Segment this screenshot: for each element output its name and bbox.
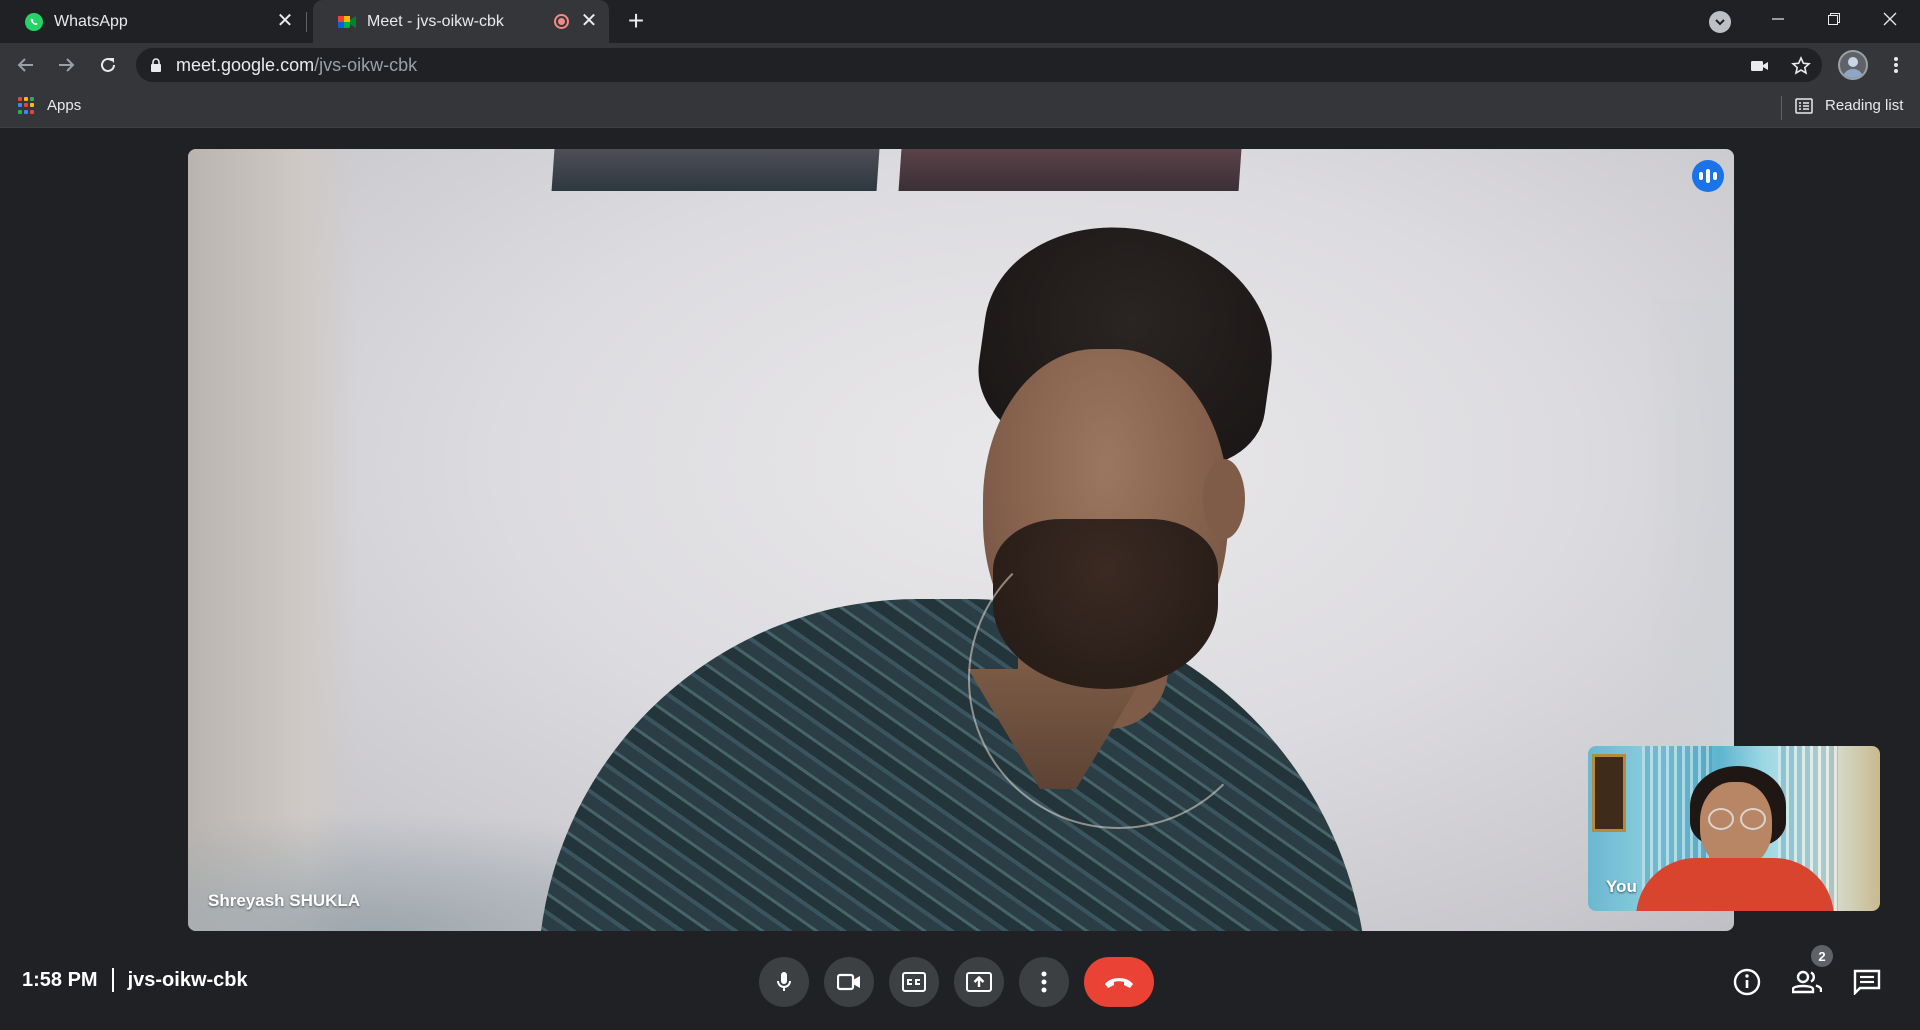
participant-count-badge: 2	[1811, 945, 1833, 967]
tab-divider	[306, 12, 307, 32]
forward-arrow-icon[interactable]	[50, 49, 82, 81]
info-icon	[1733, 968, 1761, 996]
whatsapp-icon	[24, 12, 44, 32]
video-shelf	[551, 149, 880, 191]
meeting-code: jvs-oikw-cbk	[127, 968, 248, 991]
more-options-button[interactable]	[1019, 957, 1069, 1007]
lock-icon	[150, 57, 164, 73]
captions-icon	[902, 972, 926, 992]
camera-in-use-icon[interactable]	[1749, 55, 1771, 77]
apps-label: Apps	[47, 97, 82, 114]
meeting-time: 1:58 PM	[22, 968, 98, 991]
meet-stage: Shreyash SHUKLA You 1:58 PM jvs-oikw-cbk	[0, 128, 1920, 1030]
self-view-picture-frame	[1592, 754, 1626, 832]
tab-strip: WhatsApp ✕ Meet - jvs-oikw-cbk ✕ +	[0, 0, 1920, 43]
self-view-label: You	[1606, 877, 1637, 896]
browser-menu-icon[interactable]	[1880, 49, 1912, 81]
reading-list-icon	[1795, 97, 1813, 114]
back-arrow-icon[interactable]	[10, 49, 42, 81]
chat-button[interactable]	[1851, 966, 1883, 998]
new-tab-button[interactable]: +	[622, 7, 650, 35]
close-window-icon[interactable]	[1862, 0, 1918, 38]
close-tab-icon[interactable]: ✕	[273, 9, 297, 33]
close-tab-icon[interactable]: ✕	[577, 9, 601, 33]
chat-icon	[1853, 969, 1881, 995]
people-button[interactable]	[1791, 966, 1823, 998]
recording-indicator-icon	[554, 14, 569, 29]
profile-avatar[interactable]	[1838, 50, 1868, 80]
bookmark-star-icon[interactable]	[1790, 55, 1812, 77]
more-options-icon	[1041, 971, 1047, 993]
people-icon	[1792, 970, 1822, 994]
google-meet-icon	[337, 12, 357, 32]
camera-icon	[837, 973, 860, 991]
mic-icon	[777, 972, 791, 991]
microphone-button[interactable]	[759, 957, 809, 1007]
tab-title: WhatsApp	[54, 12, 128, 30]
present-now-button[interactable]	[954, 957, 1004, 1007]
tab-title: Meet - jvs-oikw-cbk	[367, 12, 504, 30]
camera-button[interactable]	[824, 957, 874, 1007]
self-view-shirt	[1636, 858, 1834, 911]
restore-icon[interactable]	[1806, 0, 1862, 38]
reload-icon[interactable]	[92, 49, 124, 81]
url-path: /jvs-oikw-cbk	[314, 54, 418, 75]
bookmarks-bar: Apps Reading list	[0, 87, 1920, 128]
reading-list-button[interactable]: Reading list	[1795, 97, 1903, 114]
url-host: meet.google.com	[176, 54, 315, 75]
participant-ear	[1203, 459, 1245, 539]
captions-button[interactable]	[889, 957, 939, 1007]
speaking-indicator-icon	[1692, 160, 1724, 192]
video-wall-right	[1644, 299, 1734, 759]
self-view-glasses	[1708, 808, 1768, 832]
meeting-details-button[interactable]	[1731, 966, 1763, 998]
self-view-video[interactable]: You	[1588, 746, 1880, 911]
main-participant-video[interactable]: Shreyash SHUKLA	[188, 149, 1734, 931]
minimize-icon[interactable]	[1750, 0, 1806, 38]
reading-list-label: Reading list	[1825, 97, 1904, 114]
present-screen-icon	[966, 972, 992, 992]
apps-grid-icon	[18, 97, 35, 114]
video-shelf	[898, 149, 1242, 191]
bookmark-separator	[1781, 96, 1782, 120]
tab-meet[interactable]: Meet - jvs-oikw-cbk ✕	[313, 0, 609, 43]
end-call-icon	[1105, 978, 1133, 988]
address-bar[interactable]: meet.google.com/jvs-oikw-cbk	[136, 48, 1822, 82]
tab-whatsapp[interactable]: WhatsApp ✕	[0, 0, 305, 43]
leave-call-button[interactable]	[1084, 957, 1154, 1007]
participant-name: Shreyash SHUKLA	[208, 891, 361, 910]
meeting-details: 1:58 PM jvs-oikw-cbk	[22, 968, 248, 992]
bookmark-apps[interactable]: Apps	[18, 97, 81, 114]
participant-earphone-wire	[968, 529, 1268, 829]
meeting-details-separator	[111, 968, 114, 992]
browser-toolbar: meet.google.com/jvs-oikw-cbk	[0, 43, 1920, 87]
tab-search-icon[interactable]	[1709, 11, 1731, 33]
